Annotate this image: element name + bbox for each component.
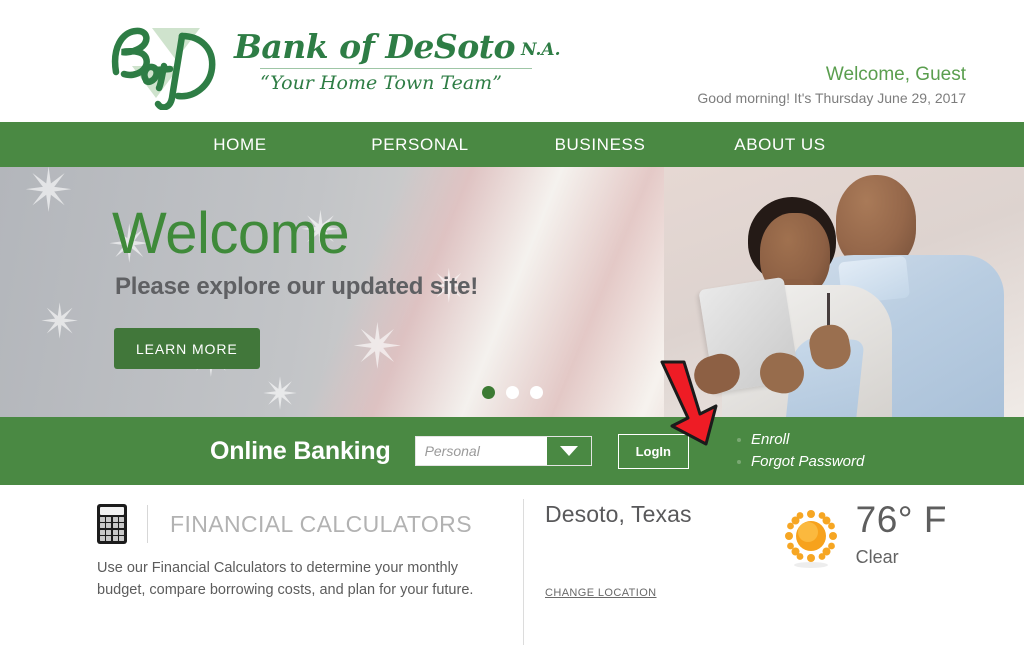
- page-root: Bank of DeSoto N.A. “Your Home Town Team”…: [0, 0, 1024, 645]
- learn-more-button[interactable]: LEARN MORE: [114, 328, 260, 369]
- bofd-monogram-icon: [96, 14, 236, 111]
- welcome-greeting: Welcome, Guest: [825, 64, 966, 85]
- login-button[interactable]: LogIn: [617, 433, 689, 469]
- forgot-password-link[interactable]: Forgot Password: [736, 451, 864, 473]
- carousel-dots: [0, 386, 1024, 399]
- online-banking-bar: Online Banking Personal LogIn Enroll For…: [0, 417, 1024, 485]
- panel-divider: [523, 499, 524, 645]
- weather-panel: Desoto, Texas 76° F Clear CHANGE LOCATIO…: [545, 501, 965, 641]
- calc-title-divider: [147, 505, 148, 543]
- site-logo[interactable]: Bank of DeSoto N.A. “Your Home Town Team”: [96, 12, 561, 112]
- financial-calculators-panel: FINANCIAL CALCULATORS Use our Financial …: [97, 499, 507, 602]
- weather-temperature: 76° F: [855, 499, 947, 540]
- carousel-dot-2[interactable]: [505, 386, 519, 399]
- carousel-dot-1[interactable]: [481, 386, 495, 399]
- hero-carousel: ✴ ✴ ✴ ✴ ✴ ✴ ✴ ✴ Welcome Pl: [0, 167, 1024, 417]
- flag-star: ✴: [24, 167, 75, 224]
- brand-name: Bank of DeSoto N.A.: [234, 27, 561, 66]
- welcome-date: Good morning! It's Thursday June 29, 201…: [697, 89, 966, 106]
- financial-calculators-description: Use our Financial Calculators to determi…: [97, 560, 474, 598]
- main-navigation: HOME PERSONAL BUSINESS ABOUT US: [0, 122, 1024, 167]
- online-banking-title: Online Banking: [210, 436, 391, 465]
- site-header: Bank of DeSoto N.A. “Your Home Town Team”…: [0, 0, 1024, 122]
- weather-condition: Clear: [855, 547, 899, 567]
- calculator-icon: [97, 504, 127, 544]
- brand-suffix: N.A.: [521, 40, 561, 60]
- nav-item-personal[interactable]: PERSONAL: [330, 135, 510, 155]
- brand-rule: [260, 68, 532, 69]
- brand-tagline: “Your Home Town Team”: [260, 72, 502, 94]
- enroll-link[interactable]: Enroll: [736, 429, 789, 451]
- carousel-dot-3[interactable]: [529, 386, 543, 399]
- welcome-block: Welcome, Guest Good morning! It's Thursd…: [697, 62, 966, 109]
- online-banking-links: Enroll Forgot Password: [736, 429, 864, 473]
- weather-values: 76° F Clear: [856, 501, 947, 568]
- weather-readout: 76° F Clear: [784, 501, 947, 569]
- bottom-panels: FINANCIAL CALCULATORS Use our Financial …: [0, 485, 1024, 645]
- nav-item-business[interactable]: BUSINESS: [510, 135, 690, 155]
- account-type-select[interactable]: Personal: [414, 436, 592, 466]
- change-location-link[interactable]: CHANGE LOCATION: [545, 587, 657, 599]
- hero-photo-couple: [664, 167, 1024, 417]
- financial-calculators-title: FINANCIAL CALCULATORS: [170, 510, 472, 537]
- hero-title: Welcome: [112, 201, 350, 266]
- account-type-value: Personal: [424, 443, 480, 459]
- sun-icon: [784, 509, 838, 569]
- brand-wordmark: Bank of DeSoto N.A. “Your Home Town Team”: [234, 30, 634, 94]
- flag-star: ✴: [40, 296, 81, 349]
- chevron-down-icon[interactable]: [546, 437, 591, 465]
- hero-subtitle: Please explore our updated site!: [115, 273, 479, 300]
- nav-item-about-us[interactable]: ABOUT US: [690, 135, 870, 155]
- nav-item-home[interactable]: HOME: [150, 135, 330, 155]
- hero-copy: Welcome Please explore our updated site!…: [112, 205, 478, 369]
